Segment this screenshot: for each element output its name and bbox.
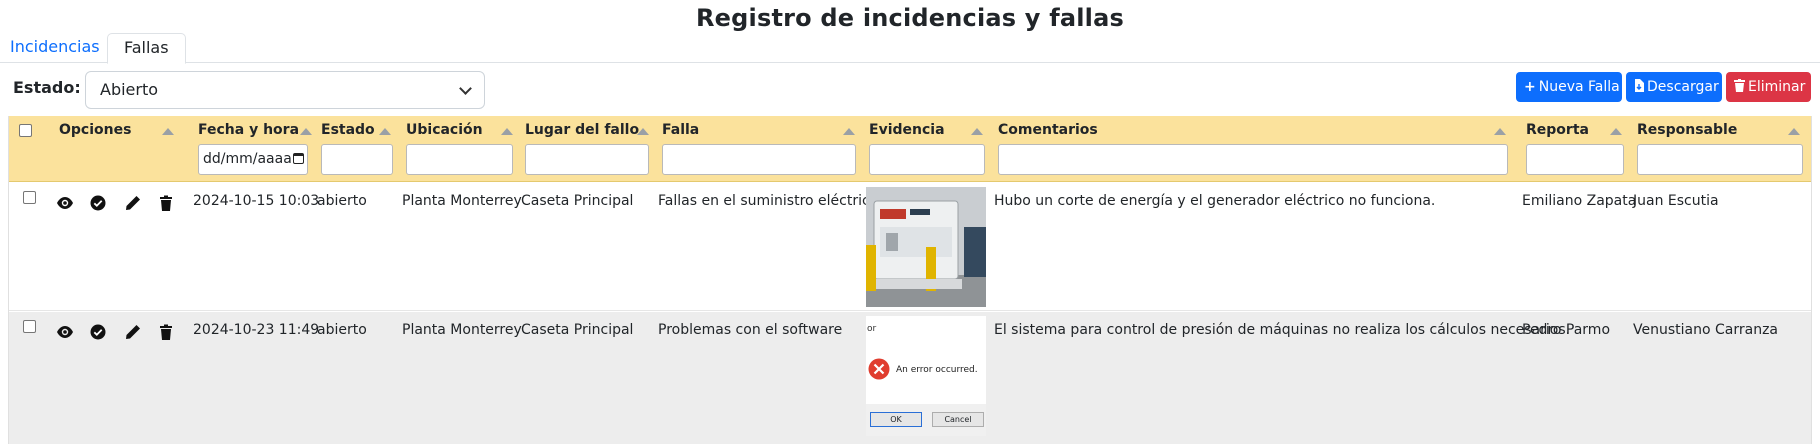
cell-fecha: 2024-10-23 11:49 bbox=[193, 322, 320, 338]
sort-asc-icon[interactable] bbox=[637, 128, 649, 135]
col-label: Reporta bbox=[1526, 122, 1589, 138]
ubicacion-filter-input[interactable] bbox=[406, 144, 513, 175]
sort-asc-icon[interactable] bbox=[300, 128, 312, 135]
cell-lugar: Caseta Principal bbox=[521, 193, 634, 209]
pencil-icon[interactable] bbox=[125, 195, 141, 211]
tab-fallas[interactable]: Fallas bbox=[107, 33, 186, 64]
table-row[interactable]: 2024-10-23 11:49 abierto Planta Monterre… bbox=[9, 312, 1811, 444]
status-filter-label: Estado: bbox=[13, 78, 81, 97]
plus-icon: + bbox=[1524, 79, 1536, 95]
check-circle-icon[interactable] bbox=[90, 324, 106, 340]
col-label: Falla bbox=[662, 122, 700, 138]
download-button[interactable]: Descargar bbox=[1626, 72, 1722, 102]
eye-icon[interactable] bbox=[57, 324, 73, 340]
col-label: Fecha y hora bbox=[198, 122, 300, 138]
col-header-opciones[interactable]: Opciones bbox=[59, 116, 174, 182]
col-header-reporta[interactable]: Reporta bbox=[1526, 116, 1624, 182]
table-header: Opciones Fecha y hora dd/mm/aaaa Estado … bbox=[9, 116, 1811, 182]
col-header-lugar[interactable]: Lugar del fallo bbox=[525, 116, 650, 182]
lugar-filter-input[interactable] bbox=[525, 144, 649, 175]
cell-responsable: Juan Escutia bbox=[1633, 193, 1719, 209]
download-label: Descargar bbox=[1647, 79, 1719, 95]
tab-bar: Incidencias Fallas bbox=[0, 33, 1820, 64]
eye-icon[interactable] bbox=[57, 195, 73, 211]
table-row[interactable]: 2024-10-15 10:03 abierto Planta Monterre… bbox=[9, 183, 1811, 311]
failures-table: Opciones Fecha y hora dd/mm/aaaa Estado … bbox=[8, 116, 1812, 444]
comentarios-filter-input[interactable] bbox=[998, 144, 1508, 175]
col-header-estado[interactable]: Estado bbox=[321, 116, 393, 182]
evidencia-filter-input[interactable] bbox=[869, 144, 985, 175]
cell-reporta: Emiliano Zapata bbox=[1522, 193, 1637, 209]
status-filter-select[interactable]: Abierto bbox=[85, 71, 485, 109]
calendar-icon[interactable] bbox=[292, 153, 304, 164]
trash-icon[interactable] bbox=[158, 324, 174, 340]
evidence-dialog-message: An error occurred. bbox=[896, 365, 978, 375]
pencil-icon[interactable] bbox=[125, 324, 141, 340]
delete-label: Eliminar bbox=[1748, 79, 1806, 95]
cell-comentarios: Hubo un corte de energía y el generador … bbox=[994, 193, 1436, 209]
responsable-filter-input[interactable] bbox=[1637, 144, 1803, 175]
sort-asc-icon[interactable] bbox=[1494, 128, 1506, 135]
cell-lugar: Caseta Principal bbox=[521, 322, 634, 338]
cell-falla: Fallas en el suministro eléctrico bbox=[658, 193, 879, 209]
col-label: Comentarios bbox=[998, 122, 1098, 138]
col-label: Lugar del fallo bbox=[525, 122, 640, 138]
status-filter-value: Abierto bbox=[100, 80, 159, 99]
date-filter-input[interactable]: dd/mm/aaaa bbox=[198, 144, 308, 175]
cell-reporta: Pedro Parmo bbox=[1522, 322, 1611, 338]
file-download-icon bbox=[1634, 72, 1644, 102]
col-label: Responsable bbox=[1637, 122, 1738, 138]
col-header-comentarios[interactable]: Comentarios bbox=[998, 116, 1508, 182]
col-label: Estado bbox=[321, 122, 375, 138]
page-title: Registro de incidencias y fallas bbox=[696, 4, 1124, 32]
check-circle-icon[interactable] bbox=[90, 195, 106, 211]
sort-asc-icon[interactable] bbox=[1610, 128, 1622, 135]
sort-asc-icon[interactable] bbox=[501, 128, 513, 135]
evidence-cancel-button: Cancel bbox=[932, 412, 984, 427]
delete-button[interactable]: Eliminar bbox=[1726, 72, 1811, 102]
sort-asc-icon[interactable] bbox=[162, 128, 174, 135]
sort-asc-icon[interactable] bbox=[379, 128, 391, 135]
sort-asc-icon[interactable] bbox=[1788, 128, 1800, 135]
sort-asc-icon[interactable] bbox=[843, 128, 855, 135]
error-icon bbox=[868, 358, 890, 380]
cell-responsable: Venustiano Carranza bbox=[1633, 322, 1778, 338]
tab-incidencias[interactable]: Incidencias bbox=[0, 33, 110, 63]
new-failure-button[interactable]: + Nueva Falla bbox=[1516, 72, 1622, 102]
cell-comentarios: El sistema para control de presión de má… bbox=[994, 322, 1571, 338]
new-failure-label: Nueva Falla bbox=[1538, 79, 1620, 95]
col-header-fecha[interactable]: Fecha y hora dd/mm/aaaa bbox=[198, 116, 313, 182]
cell-estado: abierto bbox=[317, 193, 367, 209]
col-header-evidencia[interactable]: Evidencia bbox=[869, 116, 986, 182]
evidence-ok-button: OK bbox=[870, 412, 922, 427]
col-header-responsable[interactable]: Responsable bbox=[1637, 116, 1803, 182]
cell-ubicacion: Planta Monterrey bbox=[402, 193, 522, 209]
reporta-filter-input[interactable] bbox=[1526, 144, 1624, 175]
sort-asc-icon[interactable] bbox=[971, 128, 983, 135]
trash-icon bbox=[1734, 72, 1745, 102]
col-label: Evidencia bbox=[869, 122, 945, 138]
evidence-error-dialog[interactable]: or An error occurred. OK Cancel bbox=[866, 316, 986, 436]
cell-falla: Problemas con el software bbox=[658, 322, 843, 338]
col-label: Ubicación bbox=[406, 122, 483, 138]
falla-filter-input[interactable] bbox=[662, 144, 856, 175]
date-placeholder: dd/mm/aaaa bbox=[203, 151, 292, 167]
evidence-generator-photo[interactable] bbox=[866, 187, 986, 307]
row-checkbox[interactable] bbox=[23, 320, 36, 333]
col-header-falla[interactable]: Falla bbox=[662, 116, 857, 182]
row-checkbox[interactable] bbox=[23, 191, 36, 204]
evidence-dialog-title: or bbox=[867, 324, 877, 334]
select-all-checkbox[interactable] bbox=[19, 124, 32, 137]
trash-icon[interactable] bbox=[158, 195, 174, 211]
cell-ubicacion: Planta Monterrey bbox=[402, 322, 522, 338]
chevron-down-icon bbox=[459, 82, 472, 95]
cell-estado: abierto bbox=[317, 322, 367, 338]
estado-filter-input[interactable] bbox=[321, 144, 393, 175]
col-header-ubicacion[interactable]: Ubicación bbox=[406, 116, 514, 182]
cell-fecha: 2024-10-15 10:03 bbox=[193, 193, 320, 209]
col-label: Opciones bbox=[59, 122, 132, 138]
